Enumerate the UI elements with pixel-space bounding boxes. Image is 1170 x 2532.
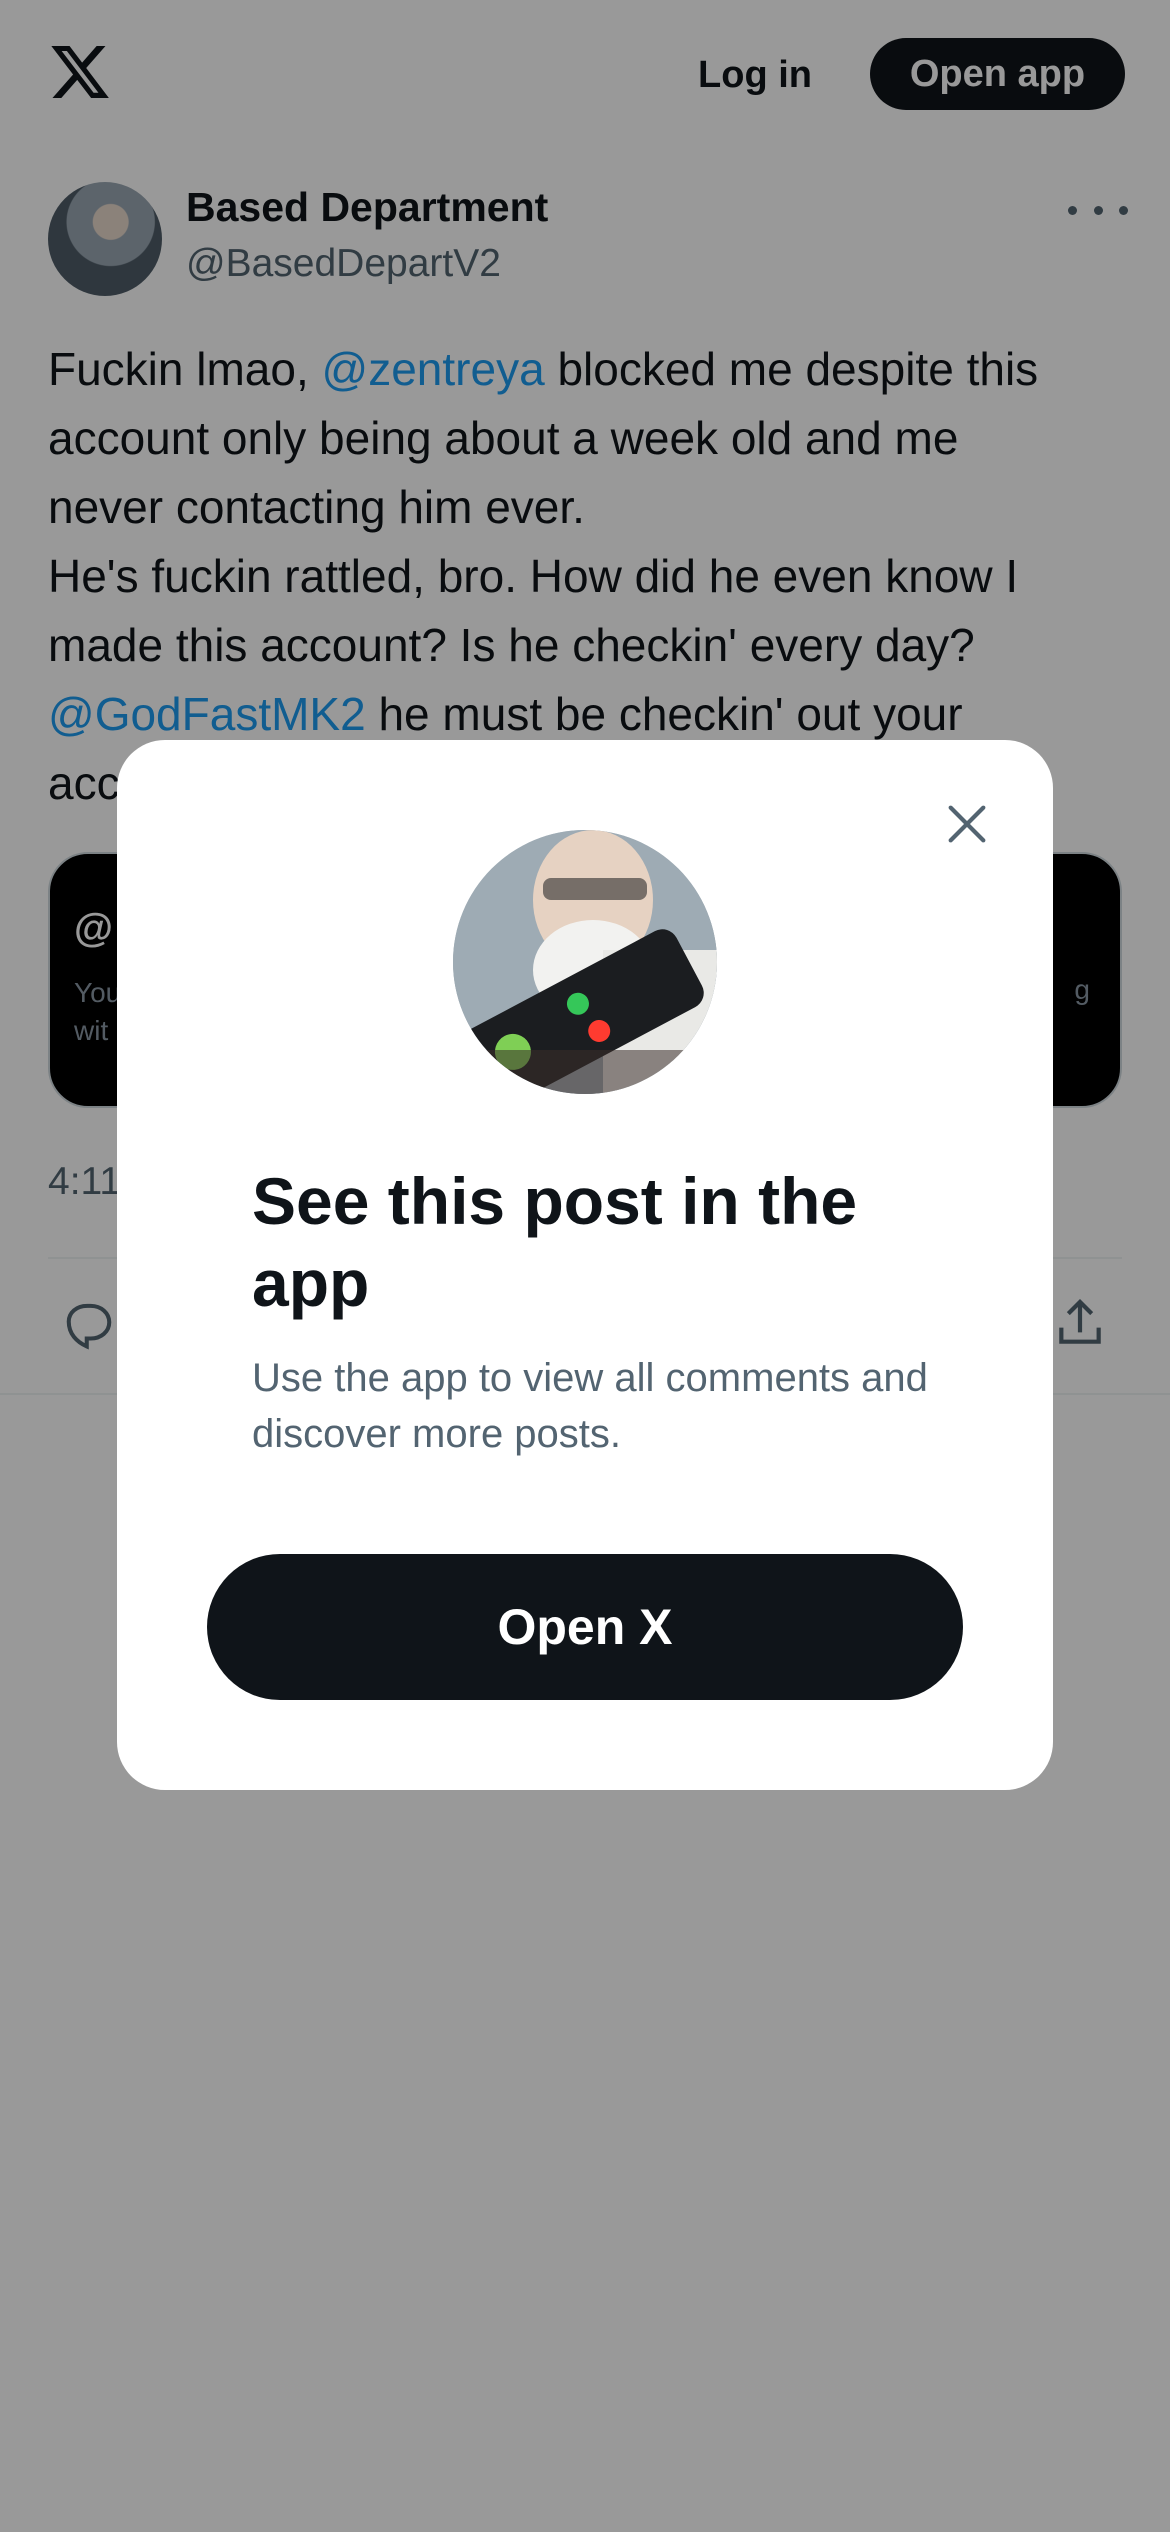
open-x-button[interactable]: Open X — [207, 1554, 963, 1700]
dialog-title: See this post in the app — [252, 1164, 858, 1320]
open-in-app-dialog: See this post in the app Use the app to … — [117, 740, 1053, 1790]
dialog-subtitle: Use the app to view all comments and dis… — [252, 1356, 928, 1456]
avatar-illustration — [453, 830, 717, 1094]
close-icon[interactable] — [939, 796, 995, 852]
profile-avatar — [453, 830, 717, 1094]
page: Log in Open app Based Department @BasedD… — [0, 0, 1170, 2532]
